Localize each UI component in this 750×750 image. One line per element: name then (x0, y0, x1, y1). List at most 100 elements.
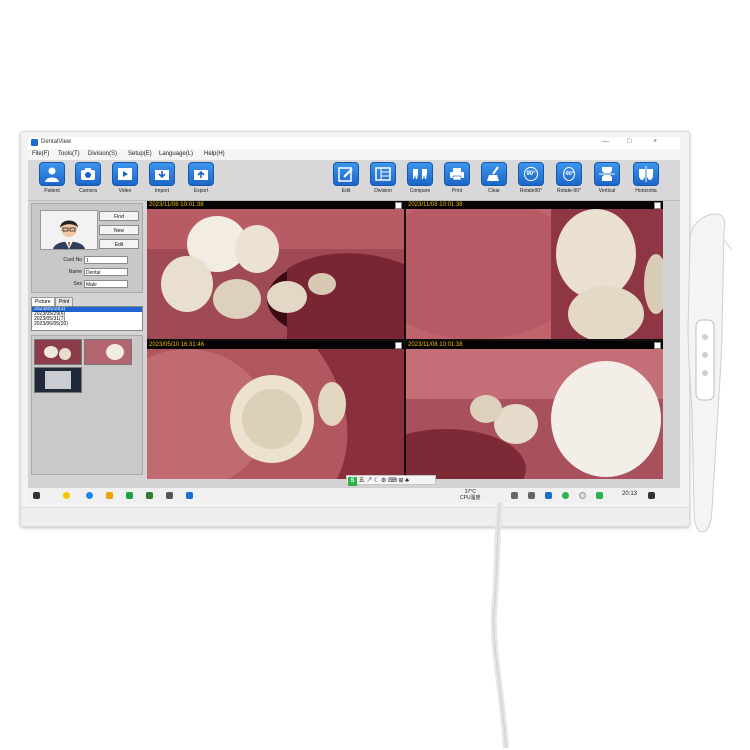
wechat-icon[interactable] (126, 492, 133, 499)
new-button[interactable]: New (99, 225, 139, 235)
image-cell[interactable]: 2023/11/08 10:01:38 (147, 201, 404, 339)
close-button[interactable]: × (653, 138, 657, 145)
card-no-label: Card No (63, 257, 82, 263)
tray-icon[interactable] (528, 492, 535, 499)
image-checkbox[interactable] (395, 202, 402, 209)
image-timestamp: 2023/11/08 10:01:38 (147, 201, 404, 209)
taskbar: 37°C CPU温度 20:13 (28, 487, 680, 503)
horizontal-icon (633, 162, 659, 186)
video-icon (112, 162, 138, 186)
card-no-field[interactable]: 1 (84, 256, 128, 264)
security-icon[interactable] (562, 492, 569, 499)
dentalview-taskbar-icon[interactable] (186, 492, 193, 499)
rotate-minus-90-button[interactable]: -90° Rotate-90° (555, 162, 583, 198)
date-list: 2023/05/10(3) 2023/05/29(6) 2023/05/31(7… (31, 306, 143, 331)
notification-icon[interactable] (648, 492, 655, 499)
division-icon (370, 162, 396, 186)
find-button[interactable]: Find (99, 211, 139, 221)
intraoral-image (147, 349, 404, 479)
name-field[interactable]: Dental (84, 268, 128, 276)
horizontal-button[interactable]: Horizonta (632, 162, 660, 198)
image-checkbox[interactable] (395, 342, 402, 349)
division-button[interactable]: Division (369, 162, 397, 198)
wechat-tray-icon[interactable] (596, 492, 603, 499)
dentalview-tray-icon[interactable] (545, 492, 552, 499)
thumbnail[interactable] (34, 339, 82, 365)
ime-status: 五 ↗ ☾ ⚙ ⌨ ⊞ ♣ (358, 478, 410, 484)
windows-start-icon[interactable] (33, 492, 40, 499)
vertical-icon (594, 162, 620, 186)
image-cell[interactable]: 2023/11/08 10:01:38 (406, 341, 663, 479)
folder-icon[interactable] (106, 492, 113, 499)
image-timestamp: 2023/11/08 10:01:38 (406, 341, 663, 349)
thumbnail[interactable] (84, 339, 132, 365)
menu-bar: File(F) Tools(T) Division(S) Setup(E) La… (28, 149, 680, 160)
ime-bar[interactable]: S 五 ↗ ☾ ⚙ ⌨ ⊞ ♣ (346, 475, 436, 486)
patient-button[interactable]: Patient (38, 162, 66, 198)
intraoral-camera-probe (687, 213, 732, 533)
browser-icon[interactable] (63, 492, 70, 499)
monitor-chin (21, 507, 689, 526)
export-button[interactable]: Export (187, 162, 215, 198)
intraoral-image (406, 209, 663, 339)
minimize-button[interactable]: — (602, 138, 609, 145)
patient-icon (39, 162, 65, 186)
title-bar: DentalView — □ × (28, 137, 680, 149)
sex-label: Sex (73, 281, 82, 287)
patient-info: Find New Edit Card No 1 Name Dental Sex … (31, 203, 143, 293)
app-icon (31, 139, 38, 146)
compare-button[interactable]: Compare (406, 162, 434, 198)
video-button[interactable]: Video (111, 162, 139, 198)
import-button[interactable]: Import (148, 162, 176, 198)
toolbar: Patient Camera Video Import Export Edit … (28, 160, 680, 201)
menu-language[interactable]: Language(L) (159, 151, 193, 157)
print-icon (444, 162, 470, 186)
print-button[interactable]: Print (443, 162, 471, 198)
rotate-90-button[interactable]: 90° Rotate90° (517, 162, 545, 198)
clear-icon (481, 162, 507, 186)
avatar (40, 210, 98, 250)
status-icon[interactable] (579, 492, 586, 499)
menu-file[interactable]: File(F) (32, 151, 49, 157)
intraoral-image (147, 209, 404, 339)
patient-panel: Find New Edit Card No 1 Name Dental Sex … (28, 201, 146, 479)
edit-button[interactable]: Edit (332, 162, 360, 198)
image-timestamp: 2023/11/08 10:01:38 (406, 201, 663, 209)
edit-patient-button[interactable]: Edit (99, 239, 139, 249)
edge-icon[interactable] (86, 492, 93, 499)
pen-icon[interactable] (166, 492, 173, 499)
compare-icon (407, 162, 433, 186)
ime-logo-icon: S (348, 477, 357, 486)
vertical-button[interactable]: Vertical (593, 162, 621, 198)
thumbnail[interactable] (34, 367, 82, 393)
list-item[interactable]: 2023/06/05(20) (32, 322, 142, 327)
maximize-button[interactable]: □ (627, 138, 631, 145)
thumbnail-panel (31, 335, 143, 475)
image-grid: 2023/11/08 10:01:38 2023/11/08 10:01:38 (147, 201, 663, 479)
menu-help[interactable]: Help(H) (204, 151, 225, 157)
clock[interactable]: 20:13 (622, 491, 637, 497)
camera-icon (75, 162, 101, 186)
menu-tools[interactable]: Tools(T) (58, 151, 80, 157)
name-label: Name (68, 269, 82, 275)
edit-icon (333, 162, 359, 186)
clear-button[interactable]: Clear (480, 162, 508, 198)
screen: DentalView — □ × File(F) Tools(T) Divisi… (28, 137, 680, 503)
rotate-90-icon: 90° (518, 162, 544, 186)
menu-division[interactable]: Division(S) (88, 151, 117, 157)
image-checkbox[interactable] (654, 342, 661, 349)
sex-field[interactable]: Male (84, 280, 128, 288)
network-icon[interactable] (511, 492, 518, 499)
menu-setup[interactable]: Setup(E) (128, 151, 152, 157)
camera-button[interactable]: Camera (74, 162, 102, 198)
app-icon[interactable] (146, 492, 153, 499)
image-checkbox[interactable] (654, 202, 661, 209)
image-timestamp: 2023/05/10 16:31:46 (147, 341, 404, 349)
cpu-temperature: 37°C CPU温度 (460, 489, 481, 501)
window-title: DentalView (41, 139, 72, 145)
image-cell[interactable]: 2023/11/08 10:01:38 (406, 201, 663, 339)
export-icon (188, 162, 214, 186)
intraoral-image (406, 349, 663, 479)
image-cell[interactable]: 2023/05/10 16:31:46 (147, 341, 404, 479)
right-margin (665, 201, 680, 479)
